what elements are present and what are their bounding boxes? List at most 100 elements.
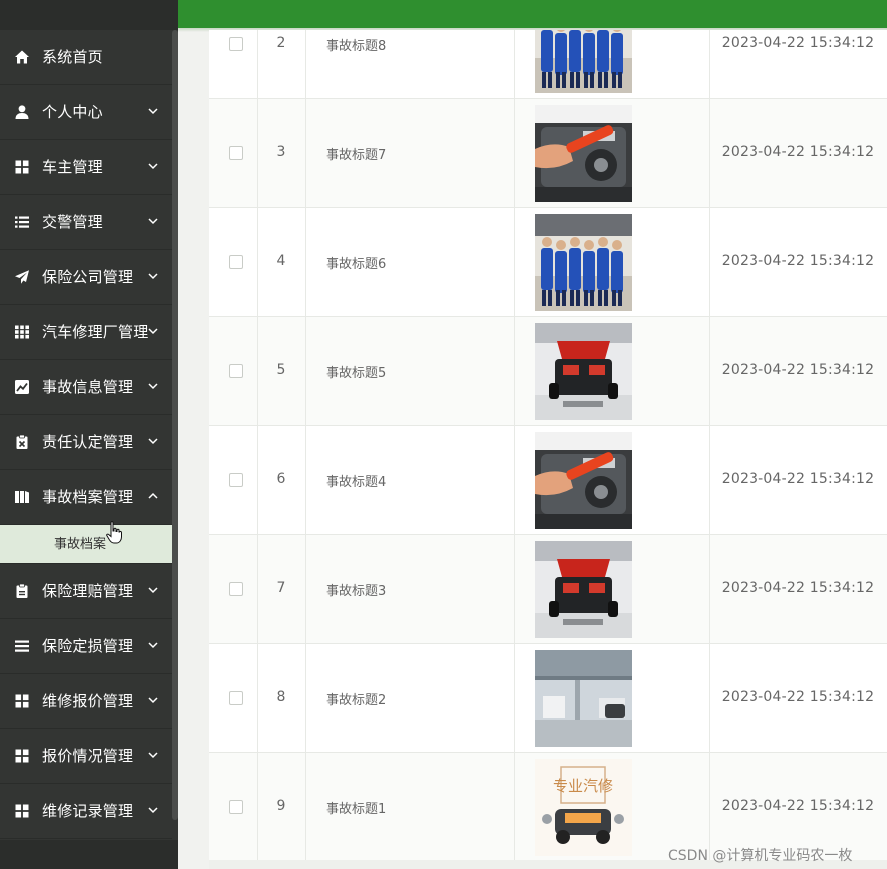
top-bar <box>178 0 887 28</box>
sidebar-item-7[interactable]: 责任认定管理 <box>0 415 172 470</box>
sidebar-item-6[interactable]: 事故信息管理 <box>0 360 172 415</box>
row-index: 4 <box>276 253 286 269</box>
row-checkbox[interactable] <box>229 255 243 269</box>
sidebar-item-label: 维修报价管理 <box>42 692 134 710</box>
grid-icon <box>14 748 30 764</box>
submenu-item-0[interactable]: 事故档案 <box>0 525 172 564</box>
row-title: 事故标题3 <box>326 584 387 599</box>
sidebar-item-3[interactable]: 交警管理 <box>0 195 172 250</box>
table-row[interactable]: 4 事故标题6 2023-04-22 15:34:12 <box>209 208 887 317</box>
row-index: 6 <box>276 471 286 487</box>
sidebar-item-label: 保险理赔管理 <box>42 582 134 600</box>
clipboard-icon <box>14 583 30 599</box>
sidebar-item-11[interactable]: 维修报价管理 <box>0 674 172 729</box>
row-time: 2023-04-22 15:34:12 <box>721 471 875 487</box>
sidebar-item-label: 保险公司管理 <box>42 268 134 286</box>
wrench-engine-photo[interactable] <box>535 105 632 202</box>
chevron-down-icon <box>148 217 158 225</box>
row-title: 事故标题4 <box>326 475 387 490</box>
table-row[interactable]: 6 事故标题4 2023-04-22 15:34:12 <box>209 426 887 535</box>
row-index: 3 <box>276 144 286 160</box>
table-row[interactable]: 9 事故标题1 专业汽修 2023-04-22 15:34:12 <box>209 753 887 860</box>
row-index: 5 <box>276 362 286 378</box>
sidebar-footer <box>0 840 178 869</box>
table-row[interactable]: 3 事故标题7 2023-04-22 15:34:12 <box>209 99 887 208</box>
table-row[interactable]: 7 事故标题3 2023-04-22 15:34:12 <box>209 535 887 644</box>
chevron-down-icon <box>148 162 158 170</box>
table-row[interactable]: 8 事故标题2 2023-04-22 15:34:12 <box>209 644 887 753</box>
row-checkbox[interactable] <box>229 800 243 814</box>
sidebar-item-label: 责任认定管理 <box>42 433 134 451</box>
column-divider <box>305 317 306 425</box>
chevron-down-icon <box>148 327 158 335</box>
sidebar-item-label: 保险定损管理 <box>42 637 134 655</box>
table-row[interactable]: 5 事故标题5 2023-04-22 15:34:12 <box>209 317 887 426</box>
column-divider <box>305 753 306 860</box>
row-time: 2023-04-22 15:34:12 <box>721 362 875 378</box>
sidebar-item-label: 车主管理 <box>42 158 103 176</box>
row-title: 事故标题6 <box>326 257 387 272</box>
row-title: 事故标题1 <box>326 802 387 817</box>
folder-icon <box>14 489 30 505</box>
column-divider <box>305 99 306 207</box>
sidebar-item-label: 事故档案管理 <box>42 488 134 506</box>
grid-icon <box>14 803 30 819</box>
mechanics-group-photo[interactable] <box>535 30 632 93</box>
watermark: CSDN @计算机专业码农一枚 <box>668 848 853 864</box>
sidebar-item-10[interactable]: 保险定损管理 <box>0 619 172 674</box>
column-divider <box>514 30 515 98</box>
row-index: 2 <box>276 35 286 51</box>
send-icon <box>14 269 30 285</box>
red-car-hood-photo[interactable] <box>535 323 632 420</box>
sidebar-item-2[interactable]: 车主管理 <box>0 140 172 195</box>
chevron-up-icon <box>148 492 158 500</box>
row-checkbox[interactable] <box>229 582 243 596</box>
column-divider <box>514 317 515 425</box>
workshop-hall-photo[interactable] <box>535 650 632 747</box>
chevron-down-icon <box>148 751 158 759</box>
row-checkbox[interactable] <box>229 364 243 378</box>
sidebar-item-9[interactable]: 保险理赔管理 <box>0 564 172 619</box>
mechanics-group-photo[interactable] <box>535 214 632 311</box>
column-divider <box>514 644 515 752</box>
sidebar-item-13[interactable]: 维修记录管理 <box>0 784 172 839</box>
sidebar-item-1[interactable]: 个人中心 <box>0 85 172 140</box>
sidebar-header <box>0 0 178 30</box>
sidebar-item-5[interactable]: 汽车修理厂管理 <box>0 305 172 360</box>
repair-logo-photo[interactable]: 专业汽修 <box>535 759 632 856</box>
sidebar-menu: 系统首页个人中心车主管理交警管理保险公司管理 汽车修理厂管理事故信息管理责任认定管… <box>0 30 172 839</box>
chevron-down-icon <box>148 382 158 390</box>
sidebar-item-8[interactable]: 事故档案管理 <box>0 470 172 525</box>
row-title: 事故标题2 <box>326 693 387 708</box>
sidebar-item-0[interactable]: 系统首页 <box>0 30 172 85</box>
sidebar-item-12[interactable]: 报价情况管理 <box>0 729 172 784</box>
column-divider <box>514 426 515 534</box>
row-time: 2023-04-22 15:34:12 <box>721 253 875 269</box>
sidebar-item-label: 报价情况管理 <box>42 747 134 765</box>
sidebar: 系统首页个人中心车主管理交警管理保险公司管理 汽车修理厂管理事故信息管理责任认定管… <box>0 0 178 869</box>
column-divider <box>305 30 306 98</box>
records-table: 2 事故标题8 2023-04-22 15:34:12 3 事故标题7 2023-04-2… <box>209 30 887 860</box>
hand-cursor-icon <box>106 521 122 545</box>
chevron-down-icon <box>148 641 158 649</box>
sidebar-item-4[interactable]: 保险公司管理 <box>0 250 172 305</box>
row-index: 9 <box>276 798 286 814</box>
table-row[interactable]: 2 事故标题8 2023-04-22 15:34:12 <box>209 30 887 99</box>
row-checkbox[interactable] <box>229 146 243 160</box>
chevron-down-icon <box>148 272 158 280</box>
grid-icon <box>14 693 30 709</box>
row-checkbox[interactable] <box>229 473 243 487</box>
row-time: 2023-04-22 15:34:12 <box>721 580 875 596</box>
sidebar-item-label: 系统首页 <box>42 48 103 66</box>
row-checkbox[interactable] <box>229 691 243 705</box>
red-car-hood-photo[interactable] <box>535 541 632 638</box>
row-checkbox[interactable] <box>229 37 243 51</box>
sidebar-scrollbar[interactable] <box>172 30 178 820</box>
chevron-down-icon <box>148 437 158 445</box>
sidebar-item-label: 交警管理 <box>42 213 103 231</box>
sidebar-item-label: 汽车修理厂管理 <box>42 323 149 341</box>
chevron-down-icon <box>148 806 158 814</box>
row-index: 7 <box>276 580 286 596</box>
column-divider <box>305 208 306 316</box>
wrench-engine-photo[interactable] <box>535 432 632 529</box>
